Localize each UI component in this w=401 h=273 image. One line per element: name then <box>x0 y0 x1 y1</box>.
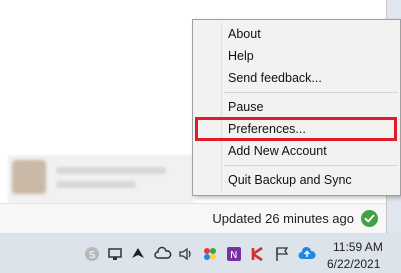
menu-separator <box>224 92 398 93</box>
flag-icon[interactable] <box>274 246 290 262</box>
svg-text:N: N <box>230 250 237 261</box>
cloud-upload-icon[interactable] <box>298 246 316 262</box>
speaker-icon[interactable] <box>178 246 194 262</box>
onenote-icon[interactable]: N <box>226 246 242 262</box>
menu-item-pause[interactable]: Pause <box>228 100 263 114</box>
colorful-dots-icon[interactable] <box>202 246 218 262</box>
menu-item-add-new-account[interactable]: Add New Account <box>228 144 327 158</box>
menu-separator <box>224 165 398 166</box>
menu-item-preferences[interactable]: Preferences... <box>228 122 306 136</box>
clock-date[interactable]: 6/22/2021 <box>327 257 380 271</box>
kaspersky-icon[interactable] <box>250 246 266 262</box>
menu-item-help[interactable]: Help <box>228 49 254 63</box>
context-menu: About Help Send feedback... Pause Prefer… <box>192 19 401 196</box>
menu-item-send-feedback[interactable]: Send feedback... <box>228 71 322 85</box>
cloud-icon[interactable] <box>154 246 172 262</box>
menu-item-about[interactable]: About <box>228 27 261 41</box>
status-text: Updated 26 minutes ago <box>212 211 354 226</box>
avatar <box>12 160 46 194</box>
bird-icon[interactable] <box>130 246 146 262</box>
status-bar: Updated 26 minutes ago <box>0 203 386 234</box>
check-circle-icon <box>361 210 378 227</box>
menu-item-quit[interactable]: Quit Backup and Sync <box>228 173 352 187</box>
clock-time[interactable]: 11:59 AM <box>333 240 383 254</box>
taskbar: S N 11:59 AM 6/22/2021 <box>0 233 401 273</box>
blurred-account-name <box>56 167 166 174</box>
blurred-account-email <box>56 181 136 188</box>
network-device-icon[interactable] <box>107 246 123 262</box>
menu-gutter <box>221 23 222 192</box>
skype-icon[interactable]: S <box>84 246 100 262</box>
svg-text:S: S <box>89 250 95 261</box>
